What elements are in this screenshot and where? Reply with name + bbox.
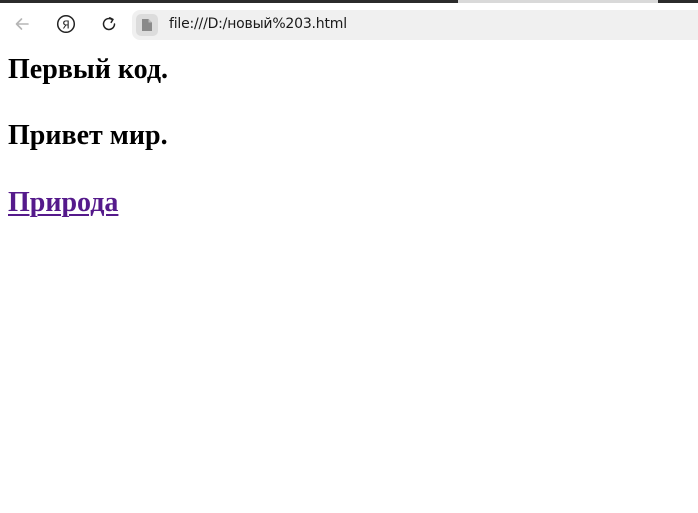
site-info-button[interactable] [136, 14, 158, 36]
heading-first-code: Первый код. [8, 54, 169, 85]
page-content: Первый код. Привет мир. Природа [0, 46, 698, 513]
yandex-button[interactable]: Я [52, 10, 80, 38]
back-button[interactable] [8, 10, 36, 38]
yandex-logo-icon: Я [56, 14, 76, 34]
svg-text:Я: Я [62, 18, 70, 31]
address-bar[interactable]: file:///D:/новый%203.html [132, 10, 698, 40]
heading-hello-world: Привет мир. [8, 120, 168, 151]
browser-toolbar: Я file:///D:/новый%203.html [0, 0, 698, 46]
reload-icon [102, 17, 116, 31]
file-icon [142, 19, 152, 31]
address-text[interactable]: file:///D:/новый%203.html [169, 16, 347, 32]
nature-link[interactable]: Природа [8, 187, 118, 218]
reload-button[interactable] [95, 10, 123, 38]
tab-strip-edge [458, 0, 658, 3]
arrow-left-icon [15, 18, 29, 30]
heading-link-container: Природа [8, 187, 118, 219]
